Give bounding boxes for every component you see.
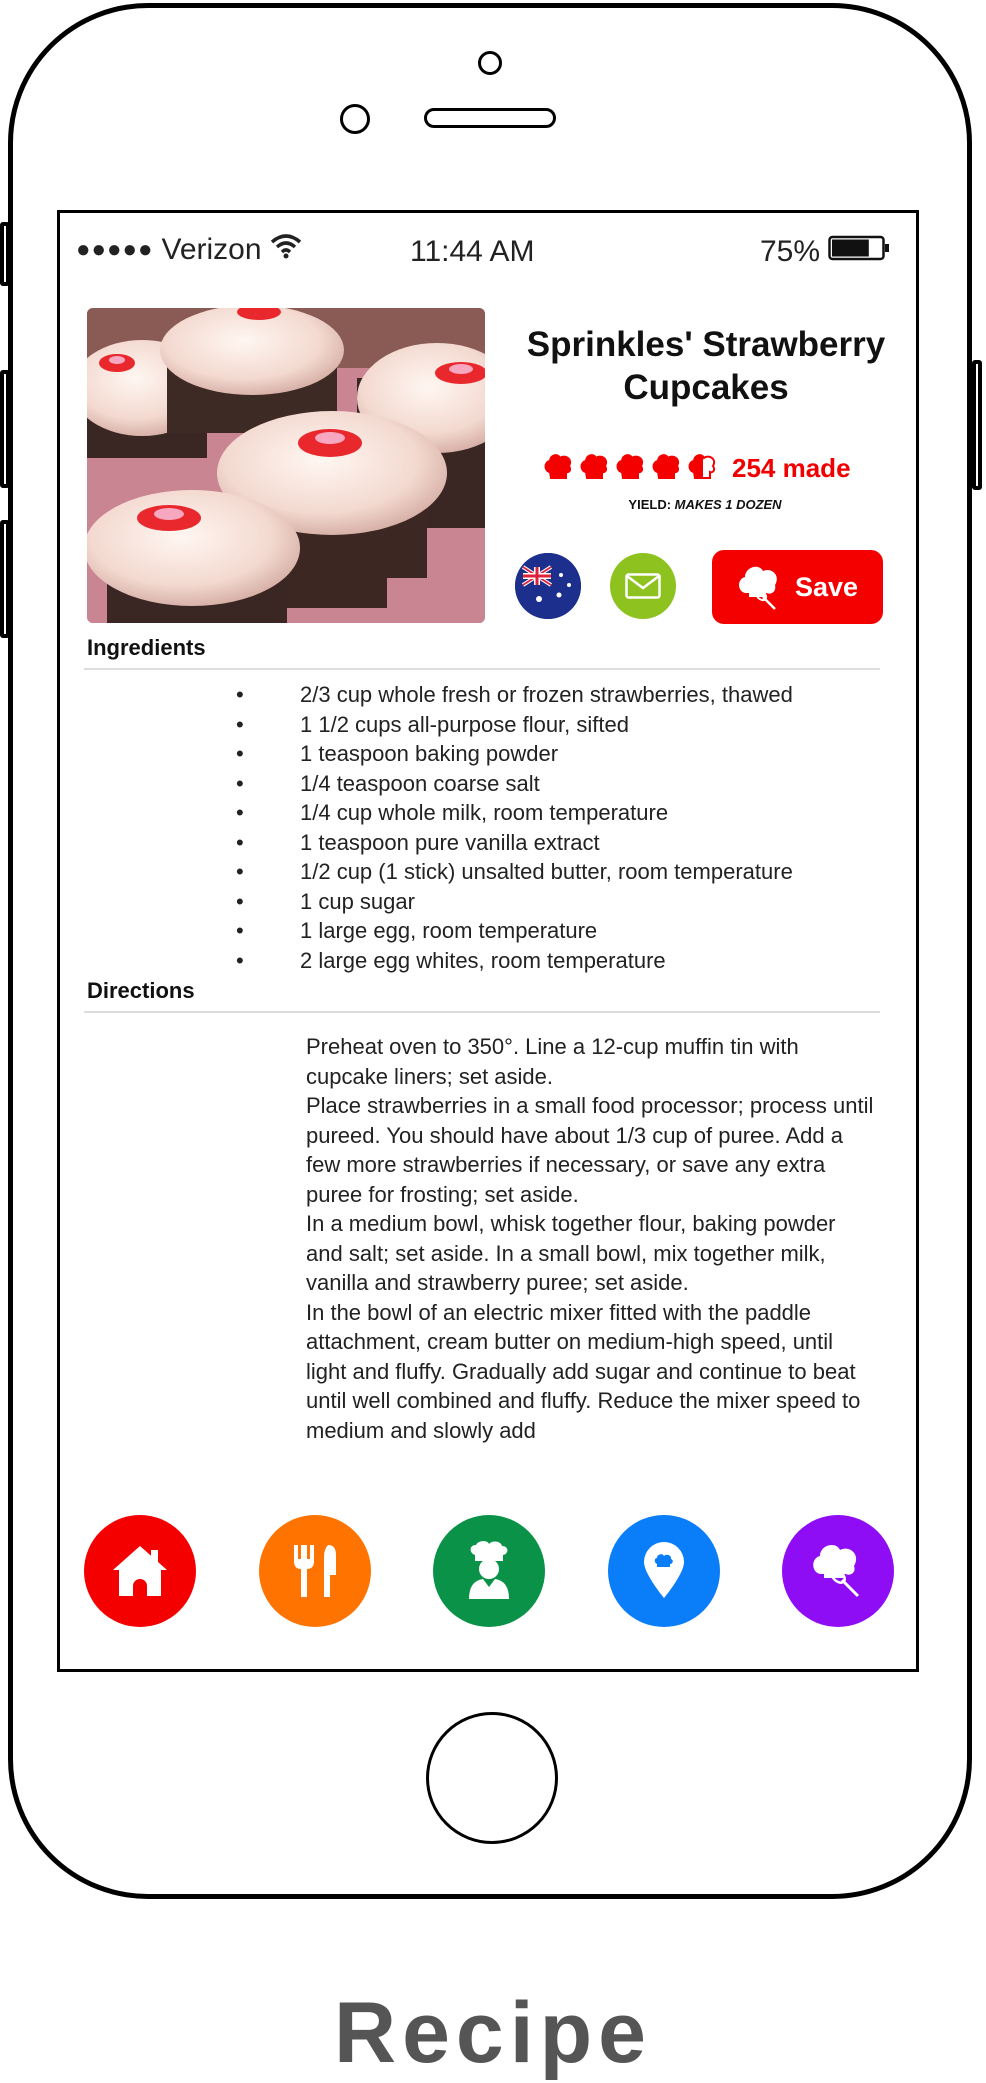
status-time: 11:44 AM (410, 235, 535, 268)
ingredient-text: 1 teaspoon pure vanilla extract (300, 829, 600, 855)
ingredient-item: • 1 large egg, room temperature (236, 916, 793, 946)
direction-step: 1.Preheat oven to 350°. Line a 12-cup mu… (306, 1032, 876, 1091)
step-text: Preheat oven to 350°. Line a 12-cup muff… (306, 1034, 799, 1089)
flag-button[interactable] (515, 553, 581, 619)
ingredient-text: 1/2 cup (1 stick) unsalted butter, room … (300, 859, 793, 884)
carrier-name: Verizon (161, 233, 262, 266)
bullet: • (236, 859, 244, 884)
battery-percent: 75% (760, 235, 821, 268)
step-text: In a medium bowl, whisk together flour, … (306, 1211, 836, 1295)
direction-step: 3.In a medium bowl, whisk together flour… (306, 1209, 876, 1298)
bullet: • (236, 711, 244, 737)
nav-button-chef-hat-whisk[interactable] (782, 1515, 894, 1627)
ingredient-item: • 2/3 cup whole fresh or frozen strawberr… (236, 680, 793, 710)
nav-button-chef[interactable] (433, 1515, 545, 1627)
bullet: • (236, 800, 244, 825)
battery-icon (828, 235, 890, 269)
ingredient-text: 1/4 cup whole milk, room temperature (300, 800, 669, 825)
ingredient-item: • 1/4 cup whole milk, room temperature (236, 798, 793, 828)
recipe-photo (87, 308, 485, 623)
bottom-nav (84, 1515, 894, 1627)
home-icon (111, 1544, 169, 1598)
ingredient-text: 2 large egg whites, room temperature (300, 947, 666, 973)
home-button[interactable] (426, 1712, 558, 1844)
ingredient-text: 1 1/2 cups all-purpose flour, sifted (300, 711, 629, 737)
page-caption: Recipe (333, 1985, 653, 2081)
direction-step: 2.Place strawberries in a small food pro… (306, 1091, 876, 1209)
ingredients-list: • 2/3 cup whole fresh or frozen strawberr… (236, 680, 793, 976)
bullet: • (236, 770, 244, 796)
ingredient-text: 1 large egg, room temperature (300, 918, 598, 943)
nav-button-location-pin[interactable] (607, 1515, 720, 1627)
ingredient-item: • 1/2 cup (1 stick) unsalted butter, room… (236, 857, 793, 887)
yield-info: YIELD: MAKES 1 DOZEN (545, 497, 865, 512)
ingredients-divider (84, 668, 880, 670)
signal-strength: ●●●●● (76, 236, 154, 263)
ingredient-text: 1 teaspoon baking powder (300, 741, 559, 766)
yield-value: MAKES 1 DOZEN (674, 497, 782, 512)
envelope-icon (625, 573, 661, 599)
ingredient-text: 1/4 teaspoon coarse salt (300, 770, 540, 796)
made-count: 254 made (732, 452, 851, 483)
recipe-title: Sprinkles' Strawberry Cupcakes (490, 323, 916, 409)
rating-stars[interactable] (544, 453, 718, 483)
power-button (972, 360, 982, 490)
ingredients-heading: Ingredients (87, 635, 206, 660)
rating-hat-icon (688, 454, 716, 479)
front-camera (340, 104, 370, 134)
ingredient-item: • 2 large egg whites, room temperature (236, 946, 793, 976)
bullet: • (236, 918, 244, 943)
save-button[interactable]: Save (712, 550, 883, 624)
step-text: Place strawberries in a small food proce… (306, 1093, 874, 1207)
yield-label: YIELD: (628, 497, 672, 512)
bullet: • (236, 888, 244, 914)
directions-list: 1.Preheat oven to 350°. Line a 12-cup mu… (306, 1032, 876, 1482)
recipe-title-line1: Sprinkles' Strawberry (526, 325, 886, 364)
direction-step: 4.In the bowl of an electric mixer fitte… (306, 1298, 876, 1446)
earpiece-speaker (424, 108, 556, 128)
recipe-title-line2: Cupcakes (623, 368, 789, 407)
status-right: 75% (760, 235, 890, 269)
utensils-icon (288, 1543, 342, 1599)
proximity-sensor (478, 51, 502, 75)
rating-hat-icon (580, 454, 608, 479)
location-pin-icon (642, 1542, 686, 1600)
volume-down-button (0, 520, 10, 638)
mute-switch (0, 222, 10, 286)
step-text: In the bowl of an electric mixer fitted … (306, 1299, 861, 1443)
wifi-icon (270, 233, 302, 267)
nav-button-utensils[interactable] (258, 1515, 371, 1627)
app-screen: ●●●●● Verizon 11:44 AM 75% Sprinkles' St… (57, 210, 919, 1672)
email-button[interactable] (610, 553, 676, 619)
ingredient-item: • 1 1/2 cups all-purpose flour, sifted (236, 710, 793, 740)
nav-button-home[interactable] (84, 1515, 196, 1627)
chef-hat-whisk-icon (738, 566, 777, 610)
australia-flag-icon (515, 553, 581, 619)
ingredient-item: • 1/4 teaspoon coarse salt (236, 769, 793, 799)
ingredient-item: • 1 cup sugar (236, 887, 793, 917)
ingredient-text: 2/3 cup whole fresh or frozen strawberri… (300, 682, 793, 707)
directions-divider (84, 1011, 880, 1013)
chef-icon (461, 1541, 517, 1601)
save-label: Save (794, 571, 859, 602)
bullet: • (236, 829, 244, 855)
ingredient-item: • 1 teaspoon pure vanilla extract (236, 828, 793, 858)
bullet: • (236, 947, 244, 973)
rating-row: 254 made (544, 451, 851, 485)
directions-heading: Directions (87, 978, 195, 1003)
rating-hat-icon (652, 454, 680, 479)
volume-up-button (0, 370, 10, 488)
ingredient-text: 1 cup sugar (300, 888, 415, 914)
rating-hat-icon (544, 454, 572, 479)
chef-hat-whisk-icon (810, 1542, 866, 1600)
bullet: • (236, 682, 244, 707)
rating-hat-icon (616, 454, 644, 479)
ingredient-item: • 1 teaspoon baking powder (236, 739, 793, 769)
status-left: ●●●●● Verizon (76, 233, 302, 267)
bullet: • (236, 741, 244, 766)
